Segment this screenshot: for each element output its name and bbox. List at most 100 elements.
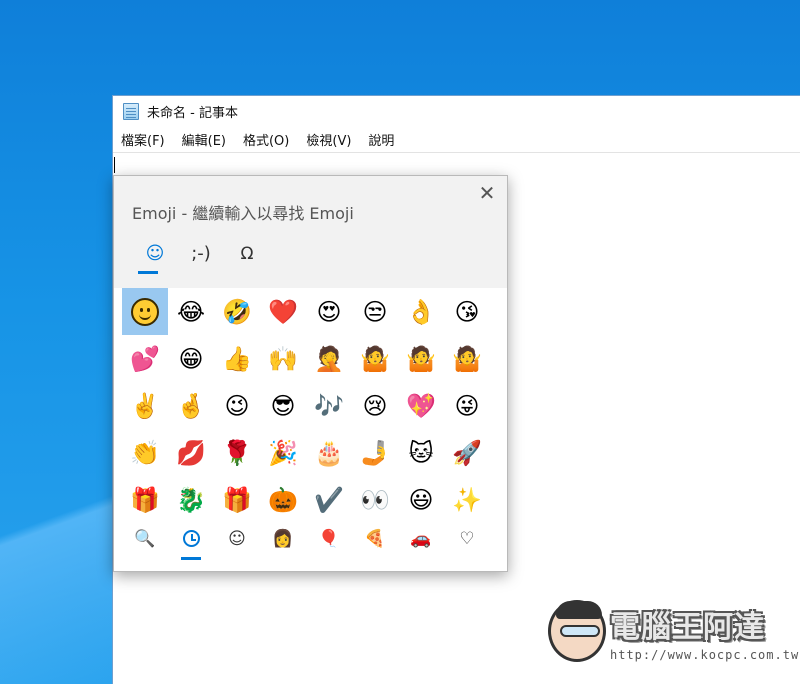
emoji-cell[interactable]: 😃 [398,476,444,523]
emoji-cell[interactable]: 🤦 [306,335,352,382]
emoji-glyph: ❤️ [268,297,298,326]
nav-tab-food[interactable]: 🍕 [352,524,398,564]
emoji-cell[interactable]: 😎 [260,382,306,429]
emoji-glyph: 😃 [408,485,434,514]
emoji-category-nav: 🔍 ☺ 👩 🎈 🍕 🚗 ♡ [122,524,490,564]
tab-emoji[interactable]: ☺ [132,238,178,278]
watermark-title: 電腦王阿達 [610,610,765,645]
emoji-glyph: 🤷 [360,344,390,373]
emoji-cell[interactable]: 😍 [306,288,352,335]
emoji-cell[interactable]: 🎶 [306,382,352,429]
menu-help[interactable]: 說明 [368,130,394,149]
emoji-cell[interactable]: 💋 [168,429,214,476]
emoji-cell[interactable]: ✔️ [306,476,352,523]
emoji-cell[interactable]: 💕 [122,335,168,382]
emoji-cell[interactable]: 🚀 [444,429,490,476]
emoji-glyph: 👀 [360,485,390,514]
nav-tab-heart[interactable]: ♡ [444,524,490,564]
title-bar[interactable]: 未命名 - 記事本 [113,96,800,127]
emoji-cell[interactable]: 😂 [168,288,214,335]
emoji-glyph: 🤷 [452,344,482,373]
emoji-glyph: 🎁 [130,485,160,514]
menu-view[interactable]: 檢視(V) [306,130,351,149]
notepad-icon [123,103,139,120]
tab-kaomoji[interactable]: ;-) [178,238,224,278]
close-button[interactable]: ✕ [475,182,499,206]
text-caret [114,157,115,173]
emoji-glyph: 💖 [406,391,436,420]
emoji-glyph: 👌 [406,297,436,326]
nav-tab-smileys[interactable]: ☺ [214,524,260,564]
emoji-glyph: 😎 [270,391,296,420]
emoji-glyph: ✌️ [130,391,160,420]
smiling-face-icon [131,297,159,326]
emoji-cell[interactable]: 🤷 [444,335,490,382]
emoji-cell[interactable]: 🐱 [398,429,444,476]
emoji-glyph: 🎃 [268,485,298,514]
emoji-cell[interactable]: 👍 [214,335,260,382]
emoji-cell[interactable]: 👌 [398,288,444,335]
emoji-cell[interactable]: 🎉 [260,429,306,476]
emoji-cell[interactable]: 😢 [352,382,398,429]
emoji-cell[interactable]: 👏 [122,429,168,476]
search-icon: 🔍 [134,529,156,549]
heart-icon: ♡ [459,529,475,549]
emoji-glyph: 😒 [362,297,388,326]
emoji-panel: ✕ Emoji - 繼續輸入以尋找 Emoji ☺ ;-) Ω 😂 🤣 ❤️ 😍 😒 👌 😘… [113,175,508,572]
emoji-cell[interactable]: 🎁 [122,476,168,523]
emoji-glyph: 🤦 [314,344,344,373]
emoji-cell[interactable]: 🤷 [398,335,444,382]
emoji-cell[interactable]: 🤣 [214,288,260,335]
emoji-cell[interactable]: 🎂 [306,429,352,476]
tab-symbols[interactable]: Ω [224,238,270,278]
window-title: 未命名 - 記事本 [147,106,238,121]
emoji-cell[interactable] [122,288,168,335]
category-tabs: ☺ ;-) Ω [132,238,270,278]
nav-tab-recent[interactable] [168,524,214,564]
emoji-glyph: 😂 [176,297,206,326]
emoji-glyph: 🤣 [222,297,252,326]
nav-tab-search[interactable]: 🔍 [122,524,168,564]
emoji-cell[interactable]: 😁 [168,335,214,382]
emoji-cell[interactable]: ✨ [444,476,490,523]
people-icon: 👩 [272,529,294,549]
smileys-icon: ☺ [228,529,246,549]
emoji-glyph: 🐱 [408,438,434,467]
emoji-cell[interactable]: 🌹 [214,429,260,476]
emoji-cell[interactable]: 🎃 [260,476,306,523]
emoji-cell[interactable]: 🐉 [168,476,214,523]
emoji-glyph: 😘 [454,297,480,326]
emoji-cell[interactable]: 🎁 [214,476,260,523]
emoji-glyph: 🌹 [222,438,252,467]
emoji-cell[interactable]: ❤️ [260,288,306,335]
nav-tab-people[interactable]: 👩 [260,524,306,564]
emoji-cell[interactable]: ✌️ [122,382,168,429]
emoji-cell[interactable]: 😒 [352,288,398,335]
emoji-glyph: 🐉 [176,485,206,514]
emoji-glyph: 😍 [316,297,342,326]
emoji-cell[interactable]: 😜 [444,382,490,429]
emoji-cell[interactable]: 🤞 [168,382,214,429]
emoji-glyph: 😁 [178,344,204,373]
emoji-glyph: 👏 [130,438,160,467]
emoji-cell[interactable]: 😘 [444,288,490,335]
emoji-glyph: 🚀 [452,438,482,467]
emoji-cell[interactable]: 👀 [352,476,398,523]
nav-tab-travel[interactable]: 🚗 [398,524,444,564]
emoji-glyph: 😢 [362,391,388,420]
emoji-glyph: 🙌 [268,344,298,373]
emoji-cell[interactable]: 😉 [214,382,260,429]
menu-format[interactable]: 格式(O) [243,130,289,149]
emoji-cell[interactable]: 🤷 [352,335,398,382]
emoji-glyph: ✔️ [314,485,344,514]
emoji-cell[interactable]: 🙌 [260,335,306,382]
emoji-cell[interactable]: 🤳 [352,429,398,476]
emoji-glyph: 😜 [454,391,480,420]
emoji-glyph: 💕 [130,344,160,373]
emoji-panel-header: ✕ Emoji - 繼續輸入以尋找 Emoji ☺ ;-) Ω [114,176,507,288]
nav-tab-celebration[interactable]: 🎈 [306,524,352,564]
emoji-glyph: 🤳 [360,438,390,467]
menu-file[interactable]: 檔案(F) [121,130,165,149]
menu-edit[interactable]: 編輯(E) [182,130,226,149]
emoji-cell[interactable]: 💖 [398,382,444,429]
